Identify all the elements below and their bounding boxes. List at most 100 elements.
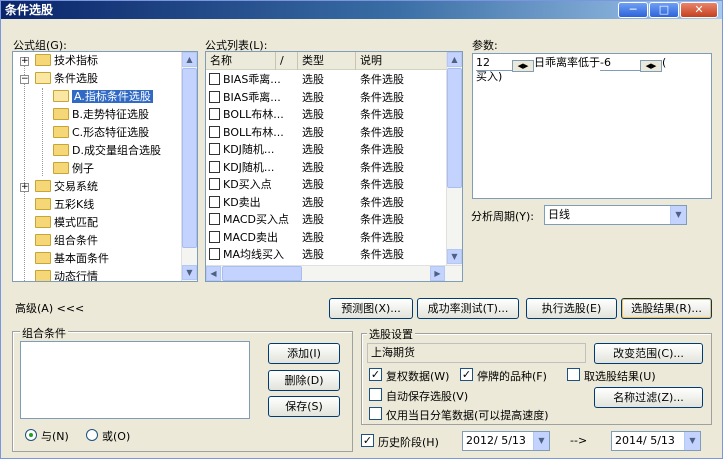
list-row[interactable]: KD卖出 选股 条件选股: [206, 194, 446, 212]
execute-selection-button[interactable]: 执行选股(E): [526, 298, 617, 319]
or-radio[interactable]: [86, 429, 98, 441]
tree-item-technical-indicators[interactable]: 技术指标: [35, 52, 98, 70]
list-row[interactable]: BIAS乖离... 选股 条件选股: [206, 89, 446, 107]
tree-vertical-scrollbar[interactable]: ▲ ▼: [181, 52, 197, 281]
column-header-sort[interactable]: /: [276, 52, 298, 70]
take-results-checkbox[interactable]: [567, 368, 580, 381]
formula-doc-icon: [209, 125, 220, 138]
param-spinner-icon[interactable]: ◀▶: [640, 60, 662, 72]
tree-item-label: 基本面条件: [54, 252, 109, 265]
formula-name-cell: KD买入点: [209, 176, 297, 193]
formula-name-cell: BOLL布林...: [209, 124, 297, 141]
scroll-right-icon[interactable]: ▶: [430, 266, 445, 281]
scroll-left-icon[interactable]: ◀: [206, 266, 221, 281]
date-to-picker[interactable]: 2014/ 5/13 ▼: [611, 431, 701, 451]
formula-description-cell: 条件选股: [360, 108, 404, 121]
params-panel: 12 ◀▶ 日乖离率低于-6 ◀▶( 买入): [472, 53, 712, 199]
param-value2-input[interactable]: -6: [600, 56, 640, 71]
folder-icon: [35, 216, 51, 228]
name-filter-button[interactable]: 名称过滤(Z)...: [594, 387, 703, 408]
history-label: 历史阶段(H): [378, 436, 439, 449]
chevron-down-icon[interactable]: ▼: [533, 432, 549, 450]
param-value-input[interactable]: 12: [476, 56, 512, 71]
combo-conditions-list[interactable]: [20, 341, 250, 419]
list-vertical-scrollbar[interactable]: ▲ ▼: [446, 52, 462, 265]
formula-name: BIAS乖离...: [223, 90, 281, 104]
scroll-up-icon[interactable]: ▲: [182, 52, 197, 67]
tree-item-label: D.成交量组合选股: [72, 144, 161, 157]
tick-data-only-checkbox[interactable]: [369, 407, 382, 420]
tree-item-colored-kline[interactable]: 五彩K线: [35, 196, 94, 214]
tree-item-fundamental[interactable]: 基本面条件: [35, 250, 109, 268]
list-row[interactable]: BOLL布林... 选股 条件选股: [206, 106, 446, 124]
formula-list-view[interactable]: 名称 / 类型 说明 BIAS乖离... 选股 条件选股 BIAS乖离... 选股 条件选…: [205, 51, 463, 282]
column-header-description[interactable]: 说明: [356, 52, 447, 70]
list-row[interactable]: MA均线买入 选股 条件选股: [206, 246, 446, 264]
formula-group-tree[interactable]: + 技术指标 − 条件选股 A.指标条件选股 B.走势特征选股 C.形态特征选股…: [12, 51, 198, 282]
formula-description-cell: 条件选股: [360, 213, 404, 226]
chevron-down-icon[interactable]: ▼: [684, 432, 700, 450]
formula-name-cell: BOLL布林...: [209, 106, 297, 123]
tree-item-volume-combo[interactable]: D.成交量组合选股: [53, 142, 161, 160]
minimize-button[interactable]: ─: [618, 2, 648, 18]
change-range-button[interactable]: 改变范围(C)...: [594, 343, 703, 364]
scroll-down-icon[interactable]: ▼: [447, 249, 462, 264]
folder-icon: [35, 270, 51, 281]
period-select[interactable]: 日线 ▼: [544, 205, 687, 225]
scroll-thumb[interactable]: [447, 68, 462, 188]
close-button[interactable]: ✕: [680, 2, 718, 18]
collapse-toggle[interactable]: −: [20, 75, 29, 84]
param-spinner-icon[interactable]: ◀▶: [512, 60, 534, 72]
advanced-toggle-button[interactable]: 高级(A) <<<: [13, 299, 89, 320]
tree-item-dynamic-quotes[interactable]: 动态行情: [35, 268, 98, 281]
scroll-up-icon[interactable]: ▲: [447, 52, 462, 67]
expand-toggle[interactable]: +: [20, 183, 29, 192]
tree-item-pattern-match[interactable]: 模式匹配: [35, 214, 98, 232]
list-horizontal-scrollbar[interactable]: ◀ ▶: [206, 265, 462, 281]
auto-save-checkbox[interactable]: [369, 388, 382, 401]
scroll-thumb[interactable]: [222, 266, 302, 281]
list-row[interactable]: BOLL布林... 选股 条件选股: [206, 124, 446, 142]
list-row[interactable]: KDJ随机... 选股 条件选股: [206, 141, 446, 159]
preview-chart-button[interactable]: 预测图(X)...: [329, 298, 413, 319]
add-button[interactable]: 添加(I): [268, 343, 340, 364]
suspended-checkbox[interactable]: ✓: [460, 368, 473, 381]
tree-item-label: 交易系统: [54, 180, 98, 193]
suspended-label: 停牌的品种(F): [477, 370, 547, 383]
formula-name: BOLL布林...: [223, 108, 284, 121]
list-row[interactable]: MACD买入点 选股 条件选股: [206, 211, 446, 229]
tree-item-combined-conditions[interactable]: 组合条件: [35, 232, 98, 250]
scroll-down-icon[interactable]: ▼: [182, 265, 197, 280]
save-button[interactable]: 保存(S): [268, 396, 340, 417]
success-rate-test-button[interactable]: 成功率测试(T)...: [417, 298, 519, 319]
tree-item-trend-feature[interactable]: B.走势特征选股: [53, 106, 149, 124]
tick-data-only-label: 仅用当日分笔数据(可以提高速度): [386, 409, 549, 422]
auto-save-label: 自动保存选股(V): [386, 390, 469, 403]
tree-item-label: 技术指标: [54, 54, 98, 67]
formula-description-cell: 条件选股: [360, 248, 404, 261]
tree-item-examples[interactable]: 例子: [53, 160, 94, 178]
tree-item-condition-selection[interactable]: 条件选股: [35, 70, 98, 88]
chevron-down-icon[interactable]: ▼: [670, 206, 686, 224]
column-header-type[interactable]: 类型: [298, 52, 356, 70]
list-row[interactable]: KD买入点 选股 条件选股: [206, 176, 446, 194]
column-header-name[interactable]: 名称: [206, 52, 276, 70]
formula-name-cell: KD卖出: [209, 194, 297, 211]
delete-button[interactable]: 删除(D): [268, 370, 340, 391]
and-radio[interactable]: [25, 429, 37, 441]
list-row[interactable]: MACD卖出 选股 条件选股: [206, 229, 446, 247]
maximize-button[interactable]: □: [649, 2, 679, 18]
tree-item-trading-system[interactable]: 交易系统: [35, 178, 98, 196]
history-checkbox[interactable]: ✓: [361, 434, 374, 447]
tree-item-pattern-feature[interactable]: C.形态特征选股: [53, 124, 149, 142]
scroll-thumb[interactable]: [182, 68, 197, 248]
list-row[interactable]: KDJ随机... 选股 条件选股: [206, 159, 446, 177]
list-row[interactable]: BIAS乖离... 选股 条件选股: [206, 71, 446, 89]
selection-results-button[interactable]: 选股结果(R)...: [621, 298, 712, 319]
adjusted-data-checkbox[interactable]: ✓: [369, 368, 382, 381]
formula-name-cell: MACD买入点: [209, 211, 297, 228]
tree-item-indicator-condition[interactable]: A.指标条件选股: [53, 88, 153, 106]
list-header: 名称 / 类型 说明: [206, 52, 447, 70]
date-from-picker[interactable]: 2012/ 5/13 ▼: [462, 431, 550, 451]
expand-toggle[interactable]: +: [20, 57, 29, 66]
